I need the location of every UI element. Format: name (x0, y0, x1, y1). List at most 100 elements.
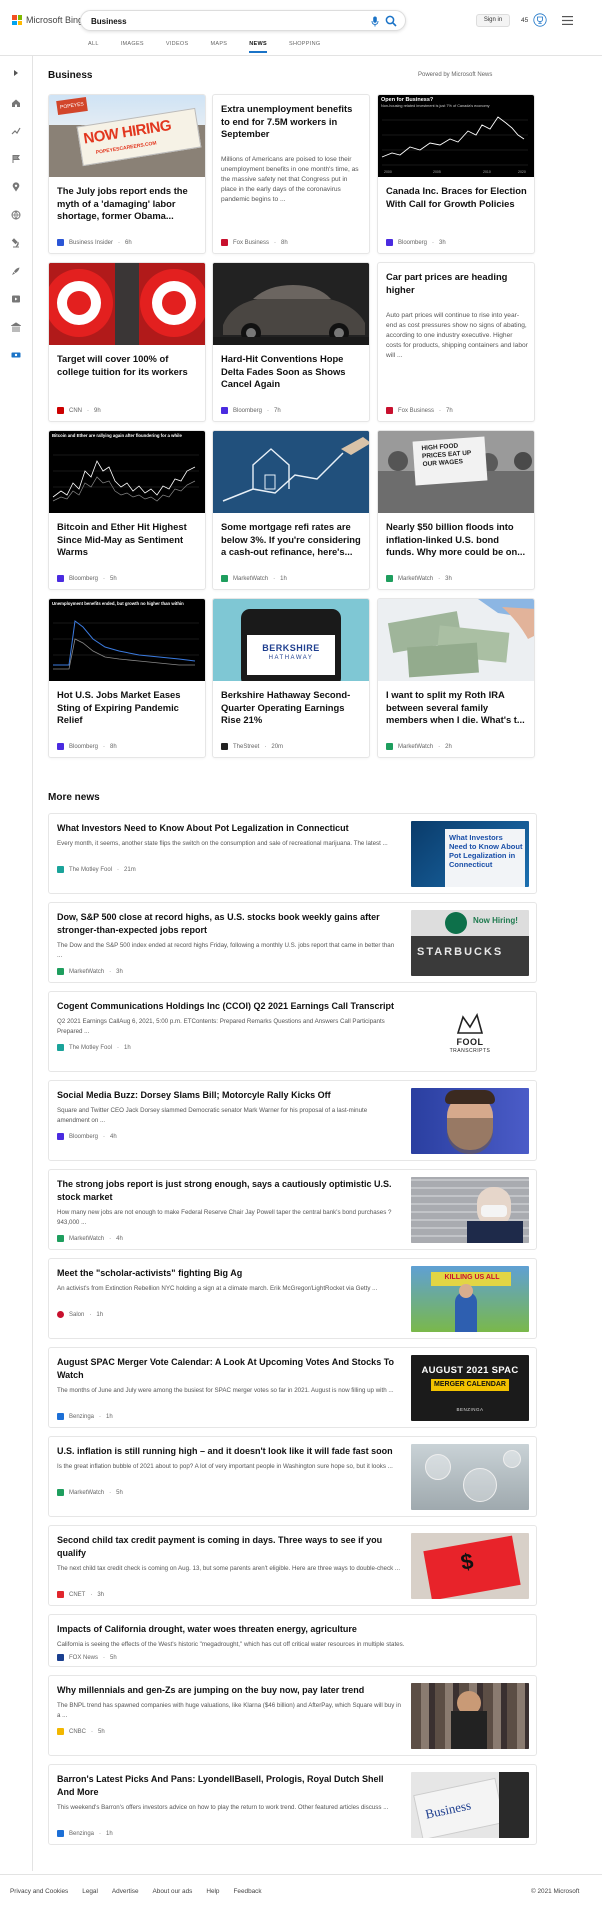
rewards-points[interactable]: 45 (521, 17, 528, 24)
footer-link-advertise[interactable]: Advertise (112, 1888, 139, 1895)
microscope-icon[interactable] (11, 238, 21, 248)
news-card[interactable]: Open for Business? Non-housing related i… (377, 94, 535, 254)
news-card-source[interactable]: Bloomberg · 7h (221, 407, 281, 414)
rewards-trophy-icon[interactable] (533, 13, 547, 27)
news-card-title[interactable]: Berkshire Hathaway Second-Quarter Operat… (221, 689, 363, 727)
video-icon[interactable] (11, 294, 21, 304)
list-item-source[interactable]: The Motley Fool · 1h (57, 1044, 131, 1051)
footer-link-legal[interactable]: Legal (82, 1888, 98, 1895)
list-item-source[interactable]: MarketWatch · 3h (57, 968, 123, 975)
list-item[interactable]: Dow, S&P 500 close at record highs, as U… (48, 902, 537, 983)
bank-icon[interactable] (11, 322, 21, 332)
list-item-source[interactable]: MarketWatch · 4h (57, 1235, 123, 1242)
news-card[interactable]: Bitcoin and Ether are rallying again aft… (48, 430, 206, 590)
nav-all[interactable]: ALL (88, 41, 99, 53)
search-icon[interactable] (385, 15, 397, 27)
list-item[interactable]: Social Media Buzz: Dorsey Slams Bill; Mo… (48, 1080, 537, 1161)
news-card[interactable]: Some mortgage refi rates are below 3%. I… (212, 430, 370, 590)
news-card[interactable]: Car part prices are heading higher Auto … (377, 262, 535, 422)
list-item-title[interactable]: Dow, S&P 500 close at record highs, as U… (57, 911, 401, 936)
sign-in-button[interactable]: Sign in (476, 14, 510, 27)
news-card-source[interactable]: Fox Business · 7h (386, 407, 453, 414)
list-item-title[interactable]: Social Media Buzz: Dorsey Slams Bill; Mo… (57, 1089, 401, 1102)
news-card-title[interactable]: Bitcoin and Ether Hit Highest Since Mid-… (57, 521, 199, 559)
list-item-title[interactable]: U.S. inflation is still running high – a… (57, 1445, 401, 1458)
footer-link-about-ads[interactable]: About our ads (153, 1888, 193, 1895)
bing-logo[interactable]: Microsoft Bing (12, 15, 83, 25)
expand-arrow-icon[interactable] (11, 68, 21, 78)
news-card[interactable]: POPEYES NOW HIRING POPEYESCAREERS.COM Th… (48, 94, 206, 254)
nav-maps[interactable]: MAPS (210, 41, 227, 53)
rocket-icon[interactable] (11, 266, 21, 276)
news-card-title[interactable]: Hot U.S. Jobs Market Eases Sting of Expi… (57, 689, 199, 727)
list-item-title[interactable]: The strong jobs report is just strong en… (57, 1178, 401, 1203)
news-card-title[interactable]: Car part prices are heading higher (386, 271, 528, 296)
footer-link-feedback[interactable]: Feedback (234, 1888, 262, 1895)
news-card[interactable]: Extra unemployment benefits to end for 7… (212, 94, 370, 254)
news-card-title[interactable]: Nearly $50 billion floods into inflation… (386, 521, 528, 559)
list-item[interactable]: Barron's Latest Picks And Pans: Lyondell… (48, 1764, 537, 1845)
list-item-source[interactable]: MarketWatch · 5h (57, 1489, 123, 1496)
news-card-title[interactable]: Extra unemployment benefits to end for 7… (221, 103, 363, 141)
news-card-source[interactable]: Fox Business · 8h (221, 239, 288, 246)
search-input[interactable] (91, 14, 341, 28)
list-item-title[interactable]: Impacts of California drought, water woe… (57, 1623, 401, 1636)
nav-images[interactable]: IMAGES (121, 41, 144, 53)
list-item[interactable]: U.S. inflation is still running high – a… (48, 1436, 537, 1517)
list-item-source[interactable]: Bloomberg · 4h (57, 1133, 117, 1140)
news-card-title[interactable]: Hard-Hit Conventions Hope Delta Fades So… (221, 353, 363, 391)
flag-icon[interactable] (11, 154, 21, 164)
news-card-title[interactable]: Canada Inc. Braces for Election With Cal… (386, 185, 528, 210)
globe-icon[interactable] (11, 210, 21, 220)
location-icon[interactable] (11, 182, 21, 192)
list-item[interactable]: Why millennials and gen-Zs are jumping o… (48, 1675, 537, 1756)
hamburger-menu-icon[interactable] (562, 16, 573, 25)
nav-videos[interactable]: VIDEOS (166, 41, 189, 53)
footer-link-help[interactable]: Help (206, 1888, 219, 1895)
list-item-source[interactable]: Benzinga · 1h (57, 1413, 113, 1420)
news-card-title[interactable]: Target will cover 100% of college tuitio… (57, 353, 199, 378)
nav-shopping[interactable]: SHOPPING (289, 41, 320, 53)
footer-link-privacy[interactable]: Privacy and Cookies (10, 1888, 68, 1895)
news-card-title[interactable]: The July jobs report ends the myth of a … (57, 185, 199, 223)
list-item-source[interactable]: Benzinga · 1h (57, 1830, 113, 1837)
news-card[interactable]: BERKSHIRE HATHAWAY Berkshire Hathaway Se… (212, 598, 370, 758)
microphone-icon[interactable] (371, 16, 379, 27)
list-item-title[interactable]: Cogent Communications Holdings Inc (CCOI… (57, 1000, 401, 1013)
list-item-source[interactable]: CNBC · 5h (57, 1728, 105, 1735)
news-card[interactable]: Hard-Hit Conventions Hope Delta Fades So… (212, 262, 370, 422)
news-card[interactable]: Unemployment benefits ended, but growth … (48, 598, 206, 758)
list-item[interactable]: Meet the "scholar-activists" fighting Bi… (48, 1258, 537, 1339)
news-card[interactable]: HIGH FOOD PRICES EAT UP OUR WAGES Nearly… (377, 430, 535, 590)
list-item-title[interactable]: Why millennials and gen-Zs are jumping o… (57, 1684, 401, 1697)
nav-news[interactable]: NEWS (249, 41, 267, 53)
list-item-source[interactable]: CNET · 3h (57, 1591, 104, 1598)
money-icon[interactable] (11, 350, 21, 360)
list-item[interactable]: Second child tax credit payment is comin… (48, 1525, 537, 1606)
trending-icon[interactable] (11, 126, 21, 136)
list-item[interactable]: What Investors Need to Know About Pot Le… (48, 813, 537, 894)
list-item-title[interactable]: Meet the "scholar-activists" fighting Bi… (57, 1267, 401, 1280)
news-card-source[interactable]: Bloomberg · 3h (386, 239, 446, 246)
list-item-source[interactable]: The Motley Fool · 21m (57, 866, 136, 873)
news-card[interactable]: Target will cover 100% of college tuitio… (48, 262, 206, 422)
list-item-title[interactable]: August SPAC Merger Vote Calendar: A Look… (57, 1356, 401, 1381)
news-card-source[interactable]: CNN · 9h (57, 407, 101, 414)
news-card-source[interactable]: MarketWatch · 1h (221, 575, 287, 582)
list-item-title[interactable]: Barron's Latest Picks And Pans: Lyondell… (57, 1773, 401, 1798)
list-item[interactable]: Impacts of California drought, water woe… (48, 1614, 537, 1667)
list-item-source[interactable]: Salon · 1h (57, 1311, 103, 1318)
news-card-source[interactable]: MarketWatch · 3h (386, 575, 452, 582)
news-card-source[interactable]: MarketWatch · 2h (386, 743, 452, 750)
list-item-title[interactable]: Second child tax credit payment is comin… (57, 1534, 401, 1559)
news-card-source[interactable]: Bloomberg · 8h (57, 743, 117, 750)
list-item[interactable]: The strong jobs report is just strong en… (48, 1169, 537, 1250)
list-item-title[interactable]: What Investors Need to Know About Pot Le… (57, 822, 401, 835)
news-card-title[interactable]: I want to split my Roth IRA between seve… (386, 689, 528, 727)
list-item[interactable]: August SPAC Merger Vote Calendar: A Look… (48, 1347, 537, 1428)
list-item[interactable]: Cogent Communications Holdings Inc (CCOI… (48, 991, 537, 1072)
news-card-source[interactable]: Business Insider · 6h (57, 239, 132, 246)
news-card[interactable]: I want to split my Roth IRA between seve… (377, 598, 535, 758)
home-icon[interactable] (11, 98, 21, 108)
news-card-source[interactable]: Bloomberg · 5h (57, 575, 117, 582)
